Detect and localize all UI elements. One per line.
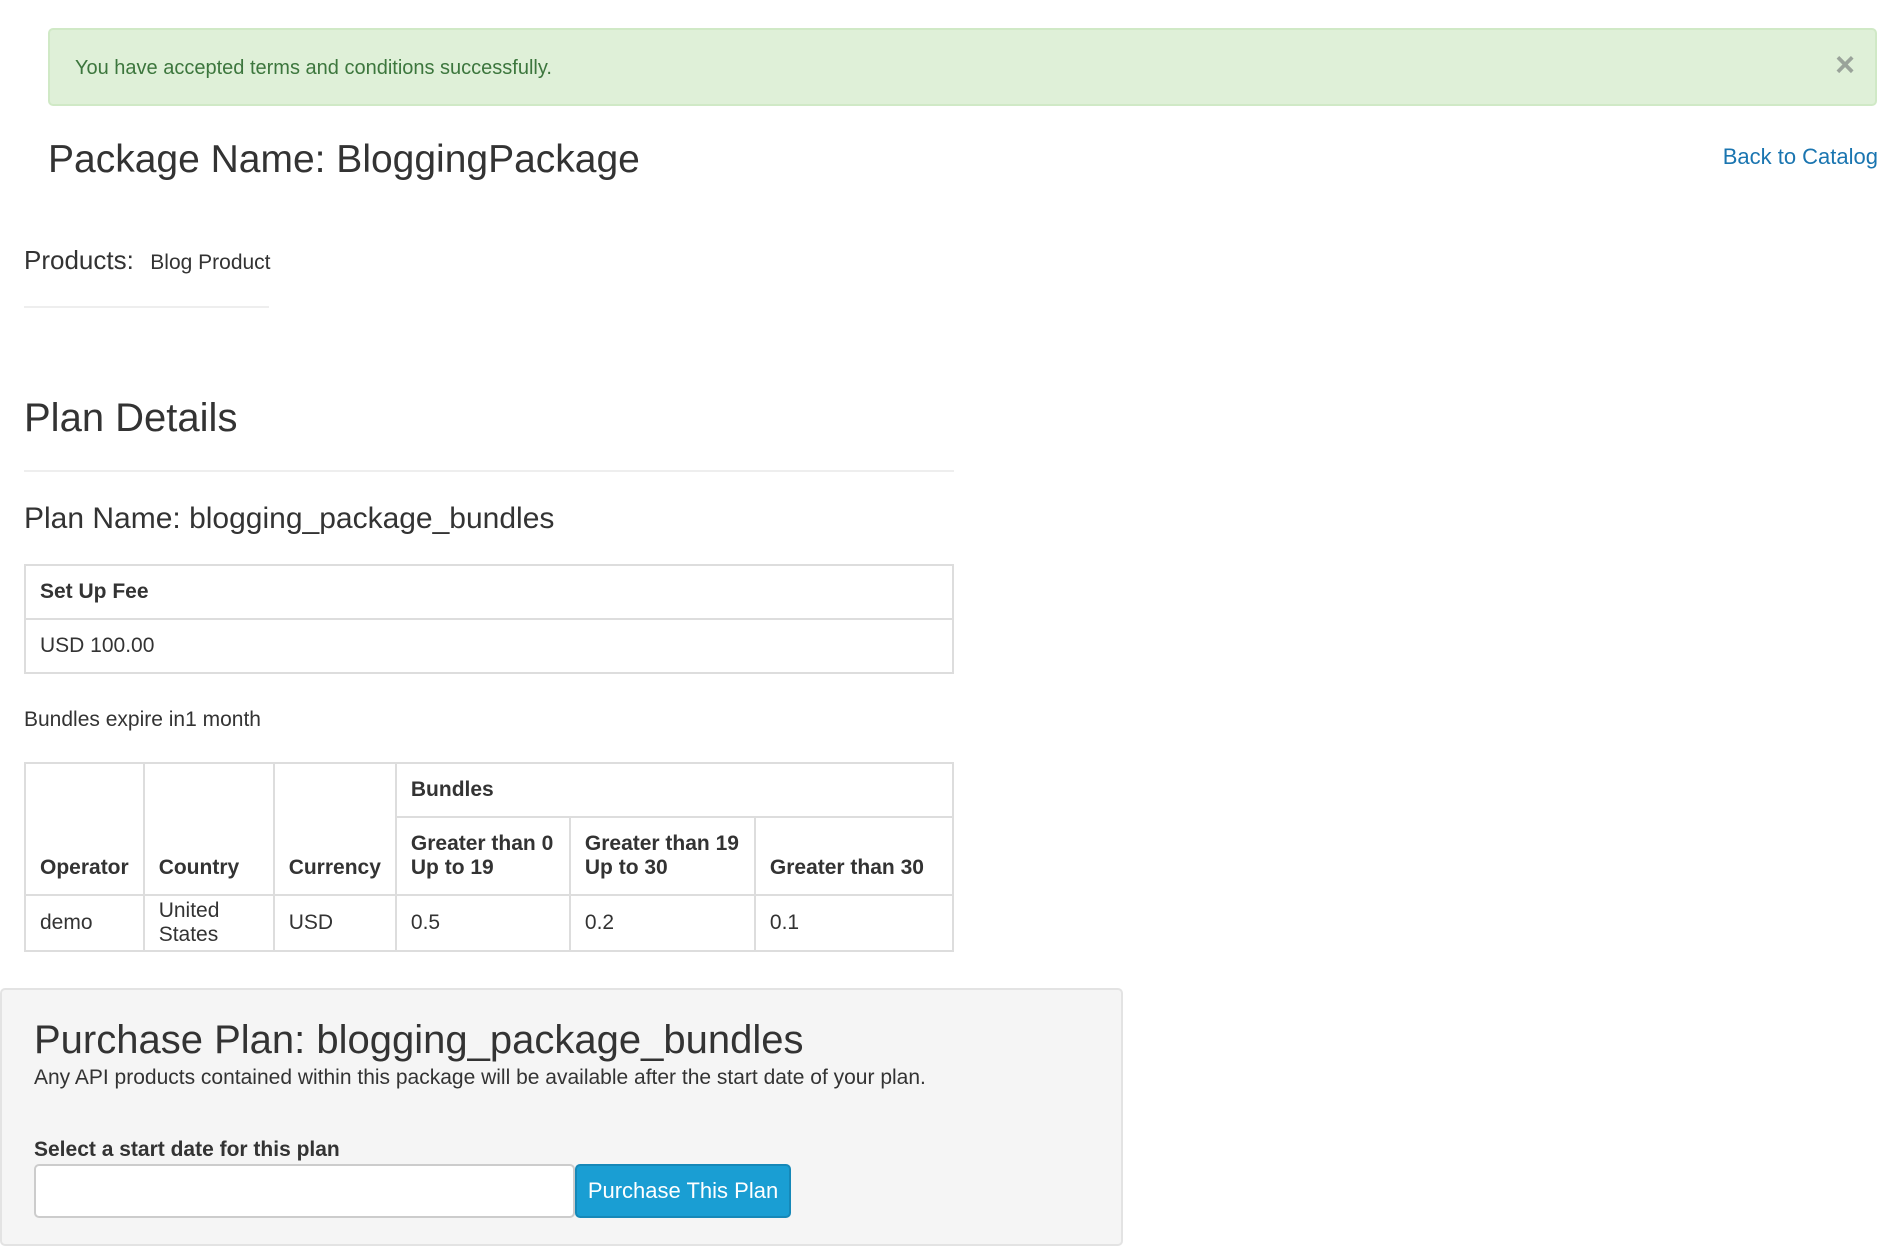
country-cell: United States [142, 894, 275, 952]
start-date-label: Select a start date for this plan [34, 1138, 340, 1161]
close-icon[interactable]: × [1835, 48, 1855, 82]
setup-fee-header: Set Up Fee [24, 564, 954, 620]
tier2-header-line1: Greater than 19 [584, 832, 739, 855]
tier2-header-line2: Up to 30 [584, 856, 668, 879]
products-label: Products: [24, 245, 134, 275]
success-alert: You have accepted terms and conditions s… [48, 28, 1877, 106]
currency-header: Currency [272, 762, 397, 896]
tier1-header: Greater than 0 Up to 19 [394, 816, 571, 896]
products-value: Blog Product [150, 251, 271, 274]
plan-details-divider [24, 470, 954, 472]
table-row: USD 100.00 [24, 618, 954, 674]
currency-cell: USD [272, 894, 397, 952]
page-title: Package Name: BloggingPackage [48, 138, 640, 181]
table-row: demo United States USD 0.5 0.2 0.1 [24, 894, 955, 952]
bundle-expiry-note: Bundles expire in1 month [24, 708, 261, 731]
operator-header: Operator [24, 762, 145, 896]
tier2-header: Greater than 19 Up to 30 [568, 816, 756, 896]
purchase-description: Any API products contained within this p… [34, 1066, 926, 1089]
plan-details-heading: Plan Details [24, 396, 238, 440]
purchase-plan-button[interactable]: Purchase This Plan [575, 1164, 791, 1218]
back-to-catalog-link[interactable]: Back to Catalog [1723, 144, 1878, 170]
purchase-panel: Purchase Plan: blogging_package_bundles … [0, 988, 1123, 1246]
bundles-table: Operator Country Currency Bundles Greate… [24, 762, 955, 952]
products-row: Products: Blog Product [24, 245, 271, 276]
alert-message: You have accepted terms and conditions s… [75, 57, 552, 79]
table-header-row: Operator Country Currency Bundles [24, 762, 955, 896]
purchase-title: Purchase Plan: blogging_package_bundles [34, 1018, 804, 1062]
setup-fee-table: Set Up Fee USD 100.00 [24, 564, 954, 674]
tier1-cell: 0.5 [394, 894, 571, 952]
tier1-header-line2: Up to 19 [410, 856, 494, 879]
products-divider [24, 306, 269, 308]
country-header: Country [142, 762, 275, 896]
start-date-input[interactable] [34, 1164, 575, 1218]
table-row: Set Up Fee [24, 564, 954, 620]
tier3-cell: 0.1 [753, 894, 955, 952]
tier3-header: Greater than 30 [753, 816, 955, 896]
operator-cell: demo [24, 894, 145, 952]
plan-name: Plan Name: blogging_package_bundles [24, 502, 555, 535]
tier1-header-line1: Greater than 0 [410, 832, 554, 855]
bundles-group-header: Bundles [394, 762, 955, 818]
tier2-cell: 0.2 [568, 894, 756, 952]
setup-fee-value: USD 100.00 [24, 618, 954, 674]
